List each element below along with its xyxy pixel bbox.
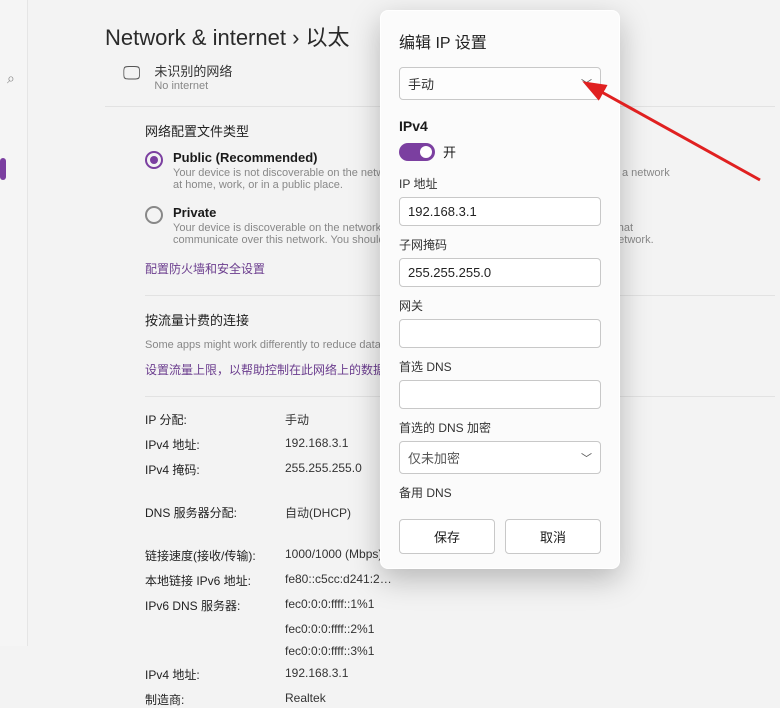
breadcrumb: Network & internet › 以太 xyxy=(105,20,350,52)
ip-address-label: IP 地址 xyxy=(399,175,601,192)
ip-address-input[interactable] xyxy=(399,197,601,226)
info-key: IPv4 地址: xyxy=(145,436,285,453)
monitor-icon: 🖵 xyxy=(123,63,140,84)
left-rail: ⌕ xyxy=(0,0,28,646)
info-key: IP 分配: xyxy=(145,411,285,428)
radio-public-circle xyxy=(145,151,163,169)
ipv4-toggle-row: 开 xyxy=(399,142,601,161)
info-key: IPv4 掩码: xyxy=(145,461,285,478)
radio-private-circle xyxy=(145,206,163,224)
dns2-label: 备用 DNS xyxy=(399,484,601,501)
info-key xyxy=(145,622,285,636)
ipv4-toggle-text: 开 xyxy=(443,142,456,161)
gateway-input[interactable] xyxy=(399,319,601,348)
info-val: Realtek xyxy=(285,691,775,708)
info-val: fec0:0:0:ffff::1%1 xyxy=(285,597,775,614)
dns-enc-value: 仅未加密 xyxy=(408,448,460,467)
dns-enc-label: 首选的 DNS 加密 xyxy=(399,419,601,436)
chevron-down-icon: ﹀ xyxy=(581,450,592,466)
gateway-label: 网关 xyxy=(399,297,601,314)
info-key: 本地链接 IPv6 地址: xyxy=(145,572,285,589)
ip-mode-selected: 手动 xyxy=(408,74,434,93)
search-icon[interactable]: ⌕ xyxy=(7,70,15,87)
edit-ip-dialog: 编辑 IP 设置 手动 ﹀ IPv4 开 IP 地址 子网掩码 网关 首选 DN… xyxy=(380,10,620,569)
chevron-down-icon: ﹀ xyxy=(581,76,592,92)
ip-mode-select[interactable]: 手动 ﹀ xyxy=(399,67,601,100)
info-key xyxy=(145,644,285,658)
ipv4-label: IPv4 xyxy=(399,118,601,134)
info-key: IPv6 DNS 服务器: xyxy=(145,597,285,614)
info-val: 192.168.3.1 xyxy=(285,666,775,683)
dialog-title: 编辑 IP 设置 xyxy=(399,29,601,53)
info-val: fe80::c5cc:d241:2… xyxy=(285,572,775,589)
info-key: DNS 服务器分配: xyxy=(145,504,285,521)
info-val: fec0:0:0:ffff::3%1 xyxy=(285,644,775,658)
ipv4-toggle[interactable] xyxy=(399,143,435,161)
dns-enc-select[interactable]: 仅未加密 ﹀ xyxy=(399,441,601,474)
dns1-input[interactable] xyxy=(399,380,601,409)
dns1-label: 首选 DNS xyxy=(399,358,601,375)
accent-strip xyxy=(0,158,6,180)
subnet-mask-input[interactable] xyxy=(399,258,601,287)
info-key: 制造商: xyxy=(145,691,285,708)
info-key: 链接速度(接收/传输): xyxy=(145,547,285,564)
subnet-mask-label: 子网掩码 xyxy=(399,236,601,253)
cancel-button[interactable]: 取消 xyxy=(505,519,601,554)
network-title: 未识别的网络 xyxy=(154,61,232,80)
info-key: IPv4 地址: xyxy=(145,666,285,683)
save-button[interactable]: 保存 xyxy=(399,519,495,554)
dialog-button-row: 保存 取消 xyxy=(399,519,601,554)
network-subtitle: No internet xyxy=(154,80,232,92)
info-val: fec0:0:0:ffff::2%1 xyxy=(285,622,775,636)
